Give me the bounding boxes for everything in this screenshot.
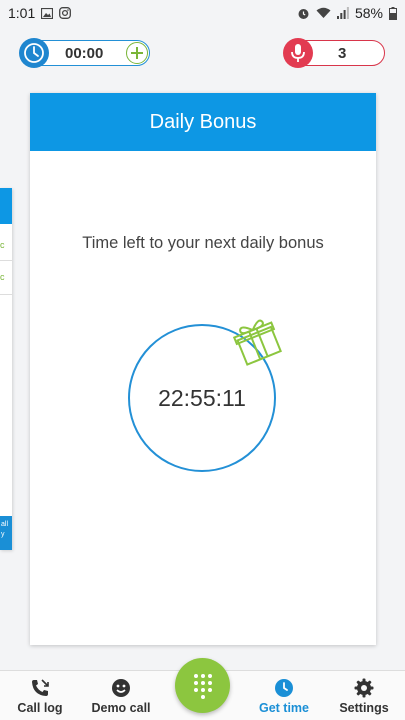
card-title: Daily Bonus	[30, 93, 376, 151]
nav-demo-call[interactable]: Demo call	[81, 677, 161, 715]
peek-mark-2: c	[0, 272, 5, 282]
gift-icon	[232, 319, 282, 366]
signal-icon	[336, 7, 349, 19]
nav-settings-label: Settings	[339, 701, 389, 715]
recordings-count: 3	[338, 45, 347, 62]
nav-call-log-label: Call log	[17, 701, 63, 715]
call-time-balance[interactable]: 00:00	[19, 38, 150, 68]
daily-bonus-card: Daily Bonus Time left to your next daily…	[30, 93, 376, 645]
instagram-icon	[59, 7, 72, 19]
nav-get-time[interactable]: Get time	[244, 677, 324, 715]
background-card: c c all y	[0, 188, 12, 550]
nav-settings[interactable]: Settings	[324, 677, 404, 715]
microphone-icon	[283, 38, 313, 68]
dialpad-button[interactable]	[175, 658, 230, 713]
dialpad-icon	[193, 673, 212, 699]
gear-icon	[324, 677, 404, 699]
wifi-icon	[316, 7, 331, 19]
peek-button: all y	[0, 516, 12, 550]
clock-icon	[19, 38, 49, 68]
nav-demo-call-label: Demo call	[91, 701, 151, 715]
add-time-button[interactable]	[126, 42, 148, 64]
image-icon	[41, 7, 54, 19]
recordings-counter[interactable]: 3	[283, 38, 385, 68]
alarm-icon	[297, 7, 310, 20]
countdown-timer: 22:55:11	[158, 385, 246, 411]
smiley-icon	[81, 677, 161, 699]
phone-log-icon	[0, 677, 80, 699]
battery-percent: 58%	[354, 5, 383, 21]
nav-call-log[interactable]: Call log	[0, 677, 80, 715]
battery-icon	[389, 6, 397, 20]
bonus-subtitle: Time left to your next daily bonus	[82, 234, 324, 252]
clock-icon	[244, 677, 324, 699]
status-time: 1:01	[8, 5, 36, 21]
time-balance-value: 00:00	[65, 45, 104, 62]
peek-mark-1: c	[0, 240, 5, 250]
status-bar: 1:01 58%	[0, 0, 405, 26]
nav-get-time-label: Get time	[258, 701, 309, 715]
plus-icon	[131, 47, 143, 59]
